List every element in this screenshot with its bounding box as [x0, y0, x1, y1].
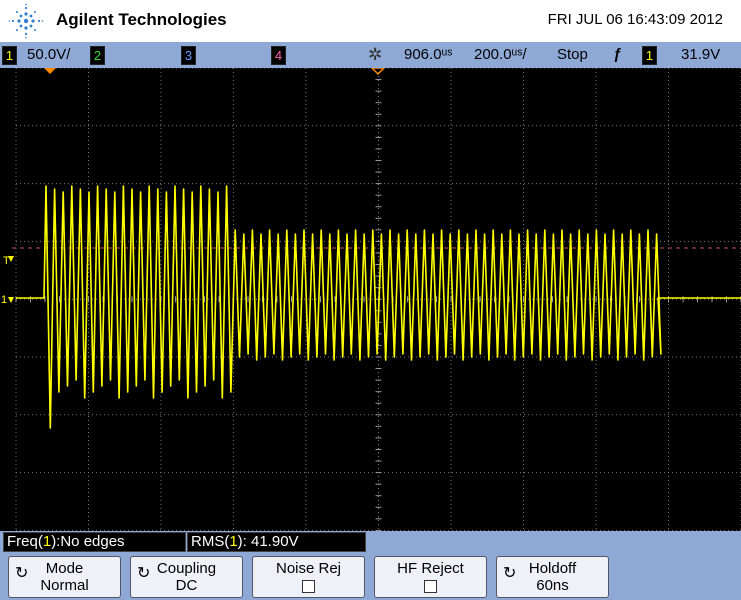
channel-1-ground-marker[interactable]: 1 — [1, 294, 7, 306]
curl-arrow-icon: ↻ — [503, 565, 517, 582]
channel-1-indicator[interactable]: 1 — [2, 46, 17, 65]
curl-arrow-icon: ↻ — [137, 565, 151, 582]
trigger-level: 31.9V — [681, 46, 721, 63]
softkey-bar: ↻ Mode Normal ↻ Coupling DC Noise Rej HF… — [0, 553, 741, 600]
hf-reject-checkbox[interactable] — [424, 580, 437, 593]
mode-softkey[interactable]: ↻ Mode Normal — [8, 556, 121, 598]
noise-reject-softkey[interactable]: Noise Rej — [252, 556, 365, 598]
run-state: Stop — [557, 46, 588, 63]
status-bar: 1 50.0V/ 2 3 4 ✲ 906.0ᵘˢ 200.0ᵘˢ/ Stop ƒ… — [0, 42, 741, 68]
channel-4-indicator[interactable]: 4 — [271, 46, 286, 65]
trigger-channel-indicator: 1 — [642, 46, 657, 65]
holdoff-softkey[interactable]: ↻ Holdoff 60ns — [496, 556, 609, 598]
frequency-measurement[interactable]: Freq(1):No edges — [3, 532, 186, 552]
trigger-slope-icon: ƒ — [613, 46, 622, 63]
channel-1-scale: 50.0V/ — [27, 46, 71, 63]
curl-arrow-icon: ↻ — [15, 565, 29, 582]
measurement-bar: Freq(1):No edges RMS(1): 41.90V — [0, 531, 741, 553]
waveform-display[interactable]: T 1 — [0, 68, 741, 531]
time-reference-marker — [44, 68, 56, 74]
time-delay: 906.0ᵘˢ — [404, 46, 453, 63]
hf-reject-softkey[interactable]: HF Reject — [374, 556, 487, 598]
acquire-icon: ✲ — [368, 45, 383, 64]
brand-name: Agilent Technologies — [56, 10, 227, 29]
graticule: T 1 — [1, 68, 741, 531]
noise-reject-checkbox[interactable] — [302, 580, 315, 593]
header: Agilent Technologies FRI JUL 06 16:43:09… — [0, 0, 741, 42]
date-time: FRI JUL 06 16:43:09 2012 — [547, 11, 723, 28]
agilent-logo-icon — [8, 3, 44, 39]
channel-2-indicator[interactable]: 2 — [90, 46, 105, 65]
coupling-softkey[interactable]: ↻ Coupling DC — [130, 556, 243, 598]
time-scale: 200.0ᵘˢ/ — [474, 46, 527, 63]
rms-measurement[interactable]: RMS(1): 41.90V — [187, 532, 366, 552]
channel-3-indicator[interactable]: 3 — [181, 46, 196, 65]
ground-arrow-icon — [8, 297, 14, 303]
